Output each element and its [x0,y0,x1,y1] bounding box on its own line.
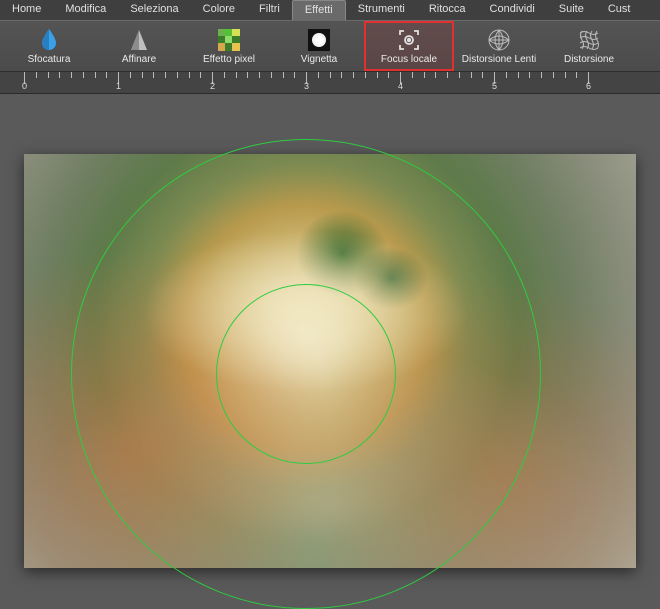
menu-bar: HomeModificaSelezionaColoreFiltriEffetti… [0,0,660,20]
menu-item-strumenti[interactable]: Strumenti [346,0,417,20]
menu-item-home[interactable]: Home [0,0,53,20]
menu-item-condividi[interactable]: Condividi [478,0,547,20]
tool-distort[interactable]: Distorsione [544,21,634,71]
distort-icon [577,28,601,52]
menu-item-seleziona[interactable]: Seleziona [118,0,190,20]
canvas-area[interactable] [0,94,660,582]
ruler-label: 6 [586,81,591,91]
tool-label: Focus locale [381,54,437,65]
tool-label: Distorsione Lenti [462,54,536,65]
horizontal-ruler: 0 1 2 3 4 5 6 [0,72,660,94]
lens-icon [487,28,511,52]
tool-pixelate[interactable]: Effetto pixel [184,21,274,71]
sharpen-icon [127,28,151,52]
tool-label: Vignetta [301,54,338,65]
ruler-label: 2 [210,81,215,91]
tool-label: Affinare [122,54,156,65]
menu-item-modifica[interactable]: Modifica [53,0,118,20]
tool-blur[interactable]: Sfocatura [4,21,94,71]
menu-item-ritocca[interactable]: Ritocca [417,0,478,20]
menu-item-effetti[interactable]: Effetti [292,0,346,20]
pixelate-icon [217,28,241,52]
ruler-label: 4 [398,81,403,91]
tool-vignette[interactable]: Vignetta [274,21,364,71]
tool-label: Distorsione [564,54,614,65]
ruler-label: 5 [492,81,497,91]
vignette-icon [307,28,331,52]
tool-label: Sfocatura [28,54,71,65]
localfocus-icon [397,28,421,52]
menu-item-cust[interactable]: Cust [596,0,643,20]
menu-item-suite[interactable]: Suite [547,0,596,20]
ruler-label: 1 [116,81,121,91]
tool-localfocus[interactable]: Focus locale [364,21,454,71]
blur-icon [37,28,61,52]
effects-toolbar: Sfocatura Affinare Effetto pixel Vignetta Fo… [0,20,660,72]
ruler-label: 0 [22,81,27,91]
menu-item-filtri[interactable]: Filtri [247,0,292,20]
document-image[interactable] [24,154,636,568]
tool-lens[interactable]: Distorsione Lenti [454,21,544,71]
tool-label: Effetto pixel [203,54,255,65]
ruler-label: 3 [304,81,309,91]
tool-sharpen[interactable]: Affinare [94,21,184,71]
menu-item-colore[interactable]: Colore [191,0,247,20]
